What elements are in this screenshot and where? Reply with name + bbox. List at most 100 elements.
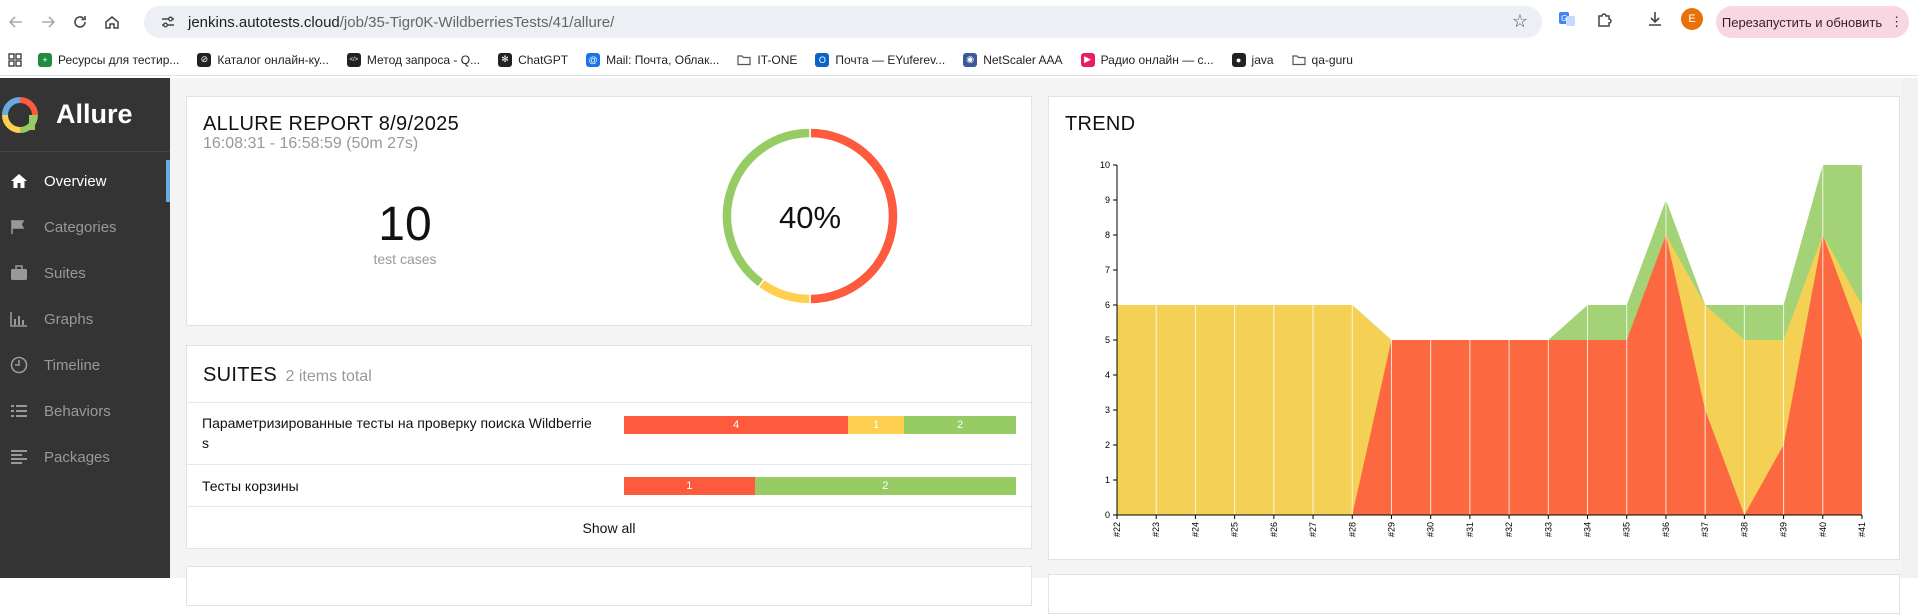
url-path: /job/35-Tigr0K-WildberriesTests/41/allur… <box>339 13 615 31</box>
bookmark-item[interactable]: qa-guru <box>1291 53 1353 67</box>
trend-widget: TREND 0 1 2 3 4 5 6 7 8 9 10 #22 #23 #24 #25 #26 #27 #28 #… <box>1048 96 1900 560</box>
trend-y-tick-label: 10 <box>1100 160 1110 170</box>
reload-icon <box>74 16 86 28</box>
align-left-icon <box>8 449 30 465</box>
sidebar-item-label: Graphs <box>44 310 94 328</box>
suite-row[interactable]: Параметризированные тесты на проверку по… <box>187 402 1031 464</box>
suite-status-bar: 12 <box>624 477 1016 495</box>
brand-name: Allure <box>56 99 133 129</box>
summary-widget: ALLURE REPORT 8/9/2025 16:08:31 - 16:58:… <box>186 96 1032 326</box>
sidebar-item-label: Packages <box>44 448 110 466</box>
trend-x-tick-label: #23 <box>1151 522 1161 537</box>
bookmark-item[interactable]: O Почта — EYuferev... <box>815 52 946 67</box>
bookmark-label: Почта — EYuferev... <box>835 52 946 67</box>
suite-bar-broken[interactable]: 1 <box>848 416 904 434</box>
trend-x-tick-label: #40 <box>1818 522 1828 537</box>
trend-y-tick-label: 4 <box>1105 370 1110 380</box>
bookmark-label: Ресурсы для тестир... <box>58 52 180 67</box>
test-case-label: test cases <box>373 251 437 267</box>
suite-name: Тесты корзины <box>202 478 299 494</box>
sidebar-item-suites[interactable]: Suites <box>0 250 170 296</box>
trend-x-tick-label: #28 <box>1347 522 1357 537</box>
url-host: jenkins.autotests.cloud <box>188 13 340 31</box>
house-icon <box>105 16 119 29</box>
address-bar[interactable]: jenkins.autotests.cloud/job/35-Tigr0K-Wi… <box>144 6 1542 38</box>
allure-brand[interactable]: Allure <box>0 78 170 152</box>
back-button[interactable] <box>0 6 32 38</box>
extensions-puzzle-icon[interactable] <box>1593 7 1617 31</box>
translate-icon[interactable]: G <box>1555 7 1579 31</box>
sidebar-item-label: Suites <box>44 264 86 282</box>
extension-icons: G E <box>1555 7 1703 31</box>
bookmark-item[interactable]: @ Mail: Почта, Облак... <box>586 52 720 67</box>
download-icon[interactable] <box>1643 7 1667 31</box>
suite-bar-passed[interactable]: 2 <box>904 416 1016 434</box>
trend-x-tick-label: #30 <box>1426 522 1436 537</box>
site-settings-icon[interactable] <box>158 12 178 32</box>
bar-chart-icon <box>8 311 30 327</box>
trend-x-tick-label: #33 <box>1543 522 1553 537</box>
page-scrollbar[interactable] <box>1902 78 1918 578</box>
bookmark-label: NetScaler AAA <box>983 52 1063 67</box>
trend-x-tick-label: #38 <box>1739 522 1749 537</box>
sidebar-item-behaviors[interactable]: Behaviors <box>0 388 170 434</box>
trend-y-tick-label: 0 <box>1105 510 1110 520</box>
bookmark-label: java <box>1251 52 1274 67</box>
bookmark-label: Mail: Почта, Облак... <box>606 52 720 67</box>
bookmark-label: Радио онлайн — с... <box>1100 52 1214 67</box>
trend-x-tick-label: #32 <box>1504 522 1514 537</box>
suite-bar-passed[interactable]: 2 <box>754 477 1016 495</box>
home-button[interactable] <box>96 6 128 38</box>
sidebar-item-packages[interactable]: Packages <box>0 434 170 480</box>
profile-avatar[interactable]: E <box>1681 8 1703 30</box>
trend-y-tick-label: 5 <box>1105 335 1110 345</box>
bookmark-label: Каталог онлайн-ку... <box>217 52 329 67</box>
bookmark-item[interactable]: </> Метод запроса - Q... <box>346 52 480 67</box>
suites-widget: SUITES 2 items total Параметризированные… <box>186 345 1032 549</box>
suites-title: SUITES <box>203 364 278 386</box>
apps-grid-icon[interactable] <box>8 52 22 67</box>
trend-x-tick-label: #41 <box>1857 522 1867 537</box>
donut-slice-broken[interactable] <box>757 278 811 305</box>
briefcase-icon <box>8 265 30 281</box>
sidebar-item-label: Behaviors <box>44 402 111 420</box>
bookmark-item[interactable]: ✻ ChatGPT <box>498 52 569 67</box>
svg-text:G: G <box>1561 14 1567 23</box>
suite-bar-failed[interactable]: 1 <box>624 477 755 495</box>
suites-header: SUITES 2 items total <box>203 364 372 387</box>
next-widget <box>186 566 1032 606</box>
restart-label: Перезапустить и обновить <box>1721 14 1883 30</box>
trend-x-tick-label: #39 <box>1779 522 1789 537</box>
restart-update-button[interactable]: Перезапустить и обновить ⋮ <box>1716 6 1909 38</box>
bookmark-label: ChatGPT <box>518 52 569 67</box>
circle-slash-icon: ⊘ <box>197 52 212 67</box>
sidebar-menu: Overview Categories Suites Graphs Timeline Be… <box>0 152 170 480</box>
sidebar-item-label: Timeline <box>44 356 101 374</box>
bookmark-item[interactable]: ● java <box>1231 52 1274 67</box>
sidebar-item-graphs[interactable]: Graphs <box>0 296 170 342</box>
sidebar-item-categories[interactable]: Categories <box>0 204 170 250</box>
bookmark-item[interactable]: ⊘ Каталог онлайн-ку... <box>197 52 329 67</box>
trend-x-tick-label: #37 <box>1700 522 1710 537</box>
reload-button[interactable] <box>64 6 96 38</box>
show-all-link[interactable]: Show all <box>187 506 1031 548</box>
bookmark-item[interactable]: IT-ONE <box>737 53 797 67</box>
bookmark-item[interactable]: + Ресурсы для тестир... <box>38 52 180 67</box>
allure-main: ALLURE REPORT 8/9/2025 16:08:31 - 16:58:… <box>170 78 1918 614</box>
bookmark-item[interactable]: ▶ Радио онлайн — с... <box>1080 52 1214 67</box>
bookmark-label: IT-ONE <box>757 52 798 67</box>
chatgpt-icon: ✻ <box>498 52 513 67</box>
play-icon: ▶ <box>1080 52 1095 67</box>
trend-x-tick-label: #27 <box>1308 522 1318 537</box>
suite-row[interactable]: Тесты корзины 12 <box>187 464 1031 506</box>
trend-x-tick-label: #25 <box>1230 522 1240 537</box>
sidebar-item-overview[interactable]: Overview <box>0 158 170 204</box>
bookmark-item[interactable]: ◉ NetScaler AAA <box>963 52 1063 67</box>
suite-bar-failed[interactable]: 4 <box>624 416 848 434</box>
trend-y-tick-label: 8 <box>1105 230 1110 240</box>
sidebar-item-timeline[interactable]: Timeline <box>0 342 170 388</box>
bookmark-star-icon[interactable]: ☆ <box>1512 11 1528 32</box>
trend-x-tick-label: #29 <box>1386 522 1396 537</box>
trend-x-tick-label: #26 <box>1269 522 1279 537</box>
forward-button[interactable] <box>32 6 64 38</box>
